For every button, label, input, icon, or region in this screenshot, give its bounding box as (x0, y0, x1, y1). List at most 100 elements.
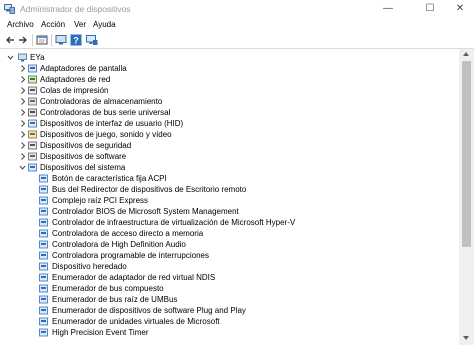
system-device-item[interactable]: Enumerador de unidades virtuales de Micr… (0, 316, 459, 327)
tree-category-label: Dispositivos de seguridad (40, 141, 132, 150)
system-device-label: Complejo raíz PCI Express (52, 196, 149, 205)
system-device-label: Enumerador de dispositivos de software P… (52, 306, 246, 315)
system-device-label: Enumerador de unidades virtuales de Micr… (52, 317, 220, 326)
close-button[interactable]: ✕ (446, 0, 474, 18)
system-device-label: Bus del Redirector de dispositivos de Es… (52, 185, 247, 194)
system-device-icon (39, 295, 48, 304)
help-icon[interactable]: ? (70, 34, 82, 46)
system-device-label: Controlador BIOS de Microsoft System Man… (52, 207, 239, 216)
tree-category-label: Colas de impresión (40, 86, 109, 95)
minimize-button[interactable]: — (374, 0, 402, 18)
svg-text:?: ? (73, 36, 79, 46)
system-device-icon (39, 317, 48, 326)
tree-category-label: Dispositivos de juego, sonido y vídeo (40, 130, 172, 139)
system-device-icon (39, 185, 48, 194)
chevron-right-icon[interactable] (19, 97, 26, 106)
tree-category[interactable]: Dispositivos de seguridad (0, 140, 459, 151)
sound-icon (28, 130, 37, 139)
system-device-icon (39, 306, 48, 315)
chevron-right-icon[interactable] (19, 152, 26, 161)
system-device-icon (39, 251, 48, 260)
vertical-scrollbar[interactable] (459, 49, 474, 345)
system-device-label: Controladora de High Definition Audio (52, 240, 186, 249)
chevron-right-icon[interactable] (19, 108, 26, 117)
system-device-item[interactable]: Controladora de High Definition Audio (0, 239, 459, 250)
system-device-label: High Precision Event Timer (52, 328, 149, 337)
tree-category-label: Controladoras de almacenamiento (40, 97, 163, 106)
menu-bar: Archivo Acción Ver Ayuda (0, 18, 474, 32)
menu-accion[interactable]: Acción (41, 20, 65, 29)
computer-icon (18, 53, 27, 62)
system-device-item[interactable]: Controladora programable de interrupcion… (0, 250, 459, 261)
hid-icon (28, 119, 37, 128)
system-device-label: Controladora programable de interrupcion… (52, 251, 209, 260)
menu-ver[interactable]: Ver (74, 20, 86, 29)
system-device-label: Controladora de acceso directo a memoria (52, 229, 204, 238)
system-device-icon (39, 174, 48, 183)
monitor-icon[interactable] (86, 34, 98, 46)
chevron-right-icon[interactable] (19, 119, 26, 128)
tree-category-label: Controladoras de bus serie universal (40, 108, 171, 117)
chevron-right-icon[interactable] (19, 130, 26, 139)
tree-category[interactable]: Dispositivos de software (0, 151, 459, 162)
title-bar: Administrador de dispositivos — ☐ ✕ (0, 0, 474, 18)
system-device-item[interactable]: Enumerador de dispositivos de software P… (0, 305, 459, 316)
computer-icon[interactable] (55, 34, 67, 46)
system-device-icon (39, 196, 48, 205)
tree-category-expanded[interactable]: Dispositivos del sistema (0, 162, 459, 173)
tree-category[interactable]: Controladoras de almacenamiento (0, 96, 459, 107)
tree-category[interactable]: Controladoras de bus serie universal (0, 107, 459, 118)
tree-category[interactable]: Adaptadores de red (0, 74, 459, 85)
system-device-icon (39, 240, 48, 249)
menu-ayuda[interactable]: Ayuda (93, 20, 116, 29)
toolbar: ? (0, 32, 474, 49)
system-device-label: Dispositivo heredado (52, 262, 127, 271)
chevron-right-icon[interactable] (19, 64, 26, 73)
system-device-item[interactable]: Enumerador de bus raíz de UMBus (0, 294, 459, 305)
scroll-up-icon[interactable] (463, 52, 469, 56)
scroll-thumb[interactable] (462, 61, 471, 247)
system-device-item[interactable]: High Precision Event Timer (0, 327, 459, 338)
system-device-item[interactable]: Enumerador de bus compuesto (0, 283, 459, 294)
system-device-item[interactable]: Bus del Redirector de dispositivos de Es… (0, 184, 459, 195)
device-tree: EYa Adaptadores de pantalla Adaptadores d… (0, 49, 459, 345)
system-devices-icon (28, 163, 37, 172)
security-device-icon (28, 141, 37, 150)
menu-archivo[interactable]: Archivo (7, 20, 34, 29)
system-device-item[interactable]: Controlador BIOS de Microsoft System Man… (0, 206, 459, 217)
scroll-down-icon[interactable] (463, 336, 469, 340)
forward-arrow-icon[interactable] (17, 34, 29, 46)
tree-category-label: Adaptadores de pantalla (40, 64, 127, 73)
system-device-item[interactable]: Enumerador de adaptador de red virtual N… (0, 272, 459, 283)
tree-category[interactable]: Dispositivos de juego, sonido y vídeo (0, 129, 459, 140)
tree-category[interactable]: Dispositivos de interfaz de usuario (HID… (0, 118, 459, 129)
system-device-item[interactable]: Botón de característica fija ACPI (0, 173, 459, 184)
system-device-label: Controlador de infraestructura de virtua… (52, 218, 296, 227)
system-device-label: Enumerador de bus compuesto (52, 284, 164, 293)
chevron-down-icon[interactable] (19, 163, 26, 172)
back-arrow-icon[interactable] (4, 34, 16, 46)
system-device-item[interactable]: Complejo raíz PCI Express (0, 195, 459, 206)
window-title: Administrador de dispositivos (20, 4, 131, 14)
maximize-button[interactable]: ☐ (416, 0, 444, 18)
system-device-icon (39, 218, 48, 227)
tree-category-label: Dispositivos de interfaz de usuario (HID… (40, 119, 184, 128)
tree-category[interactable]: Colas de impresión (0, 85, 459, 96)
tree-category[interactable]: Adaptadores de pantalla (0, 63, 459, 74)
system-device-item[interactable]: Controlador de infraestructura de virtua… (0, 217, 459, 228)
chevron-right-icon[interactable] (19, 75, 26, 84)
system-device-item[interactable]: Controladora de acceso directo a memoria (0, 228, 459, 239)
system-device-icon (39, 262, 48, 271)
network-adapter-icon (28, 75, 37, 84)
chevron-right-icon[interactable] (19, 86, 26, 95)
tree-root[interactable]: EYa (0, 52, 459, 63)
chevron-right-icon[interactable] (19, 141, 26, 150)
device-manager-icon (4, 4, 15, 14)
properties-icon[interactable] (36, 34, 48, 46)
system-device-item[interactable]: Dispositivo heredado (0, 261, 459, 272)
system-device-icon (39, 328, 48, 337)
system-device-icon (39, 229, 48, 238)
display-adapter-icon (28, 64, 37, 73)
storage-controller-icon (28, 97, 37, 106)
chevron-down-icon[interactable] (7, 53, 14, 62)
